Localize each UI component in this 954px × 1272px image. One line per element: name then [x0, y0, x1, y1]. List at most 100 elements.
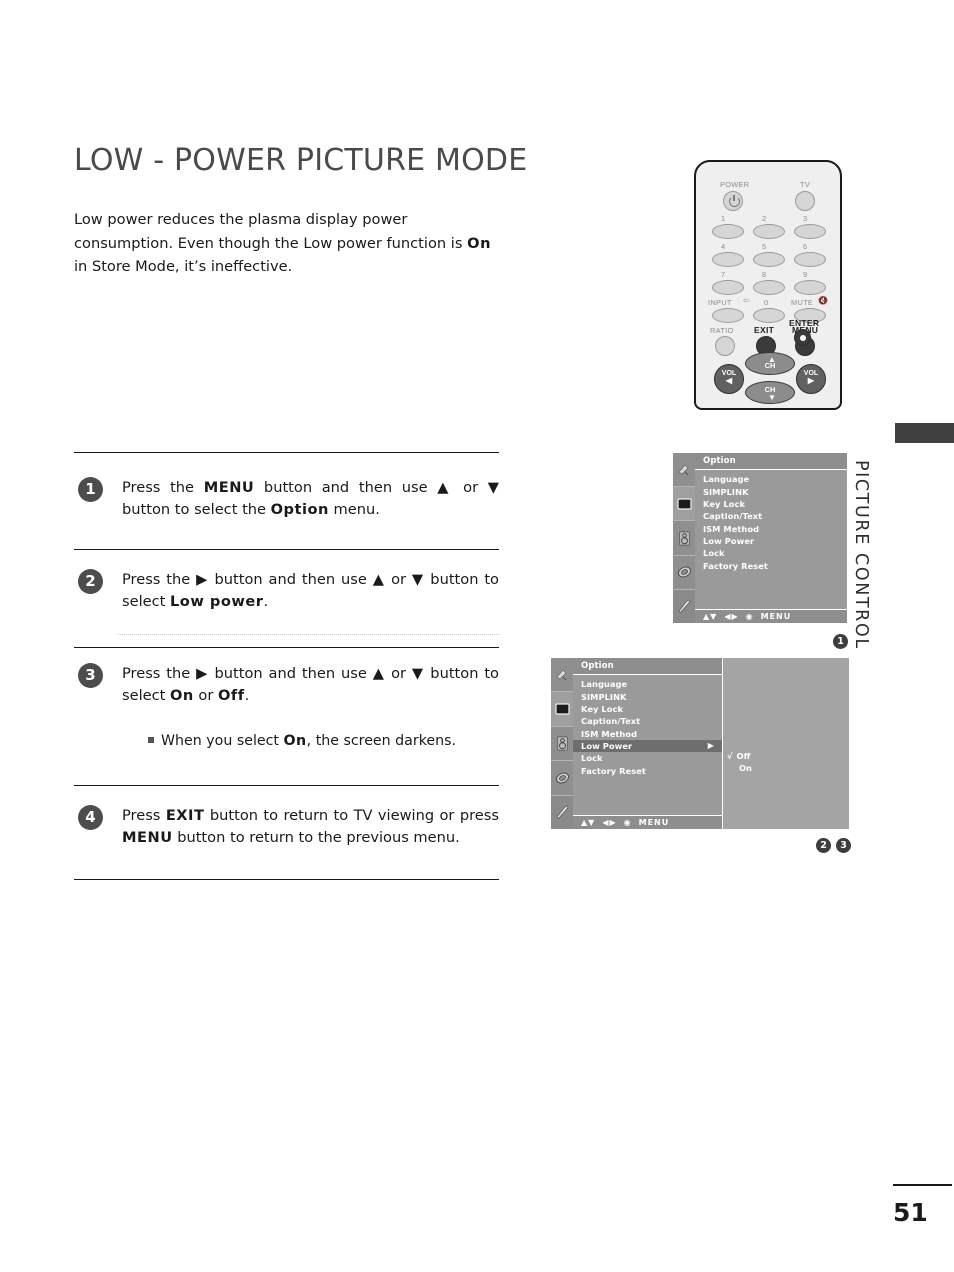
remote-key-5[interactable]	[753, 252, 785, 267]
audio-icon[interactable]	[551, 727, 573, 762]
divider-rule-step1	[74, 549, 499, 550]
osd1-icon-rail	[673, 453, 695, 624]
page-title: LOW - POWER PICTURE MODE	[74, 143, 528, 178]
osd2-nav-leftright: ◀▶	[602, 818, 617, 827]
osd2-item-simplink[interactable]: SIMPLINK	[573, 690, 722, 702]
osd1-item-low-power[interactable]: Low Power	[695, 535, 847, 547]
picture-icon[interactable]	[673, 487, 695, 522]
remote-control-illustration: POWER TV 1 2 3 4 5 6 7 8 9 INPUT ⇦ 0 MUT…	[694, 160, 842, 410]
time-icon[interactable]	[551, 761, 573, 796]
osd2-nav-enter-icon: ◉	[623, 818, 632, 827]
remote-input-button[interactable]	[712, 308, 744, 323]
remote-key-2-label: 2	[762, 214, 767, 223]
osd2-icon-rail	[551, 658, 573, 830]
option-icon[interactable]	[551, 795, 573, 830]
osd2-submenu-option-off[interactable]: √ Off	[727, 751, 750, 761]
remote-ratio-label: RATIO	[710, 326, 734, 335]
remote-key-0[interactable]	[753, 308, 785, 323]
remote-key-8[interactable]	[753, 280, 785, 295]
time-icon[interactable]	[673, 556, 695, 590]
mute-icon: 🔇	[818, 296, 828, 305]
remote-power-button[interactable]	[723, 191, 743, 211]
divider-rule-top	[74, 452, 499, 453]
osd2-item-lock[interactable]: Lock	[573, 752, 722, 764]
remote-input-icon: ⇦	[743, 296, 751, 305]
step-3-note: When you select On, the screen darkens.	[148, 733, 456, 749]
osd2-submenu-option-off-label: Off	[736, 751, 751, 761]
remote-channel-down-button[interactable]: CH ▼	[745, 381, 795, 404]
page-number: 51	[893, 1198, 928, 1227]
page-number-rule	[893, 1184, 952, 1186]
osd2-item-key-lock[interactable]: Key Lock	[573, 703, 722, 715]
step-4-badge: 4	[78, 805, 103, 830]
chevron-right-icon: ▶	[807, 376, 815, 385]
intro-line-3: it’s ineffective.	[184, 258, 293, 275]
audio-icon[interactable]	[673, 521, 695, 556]
remote-key-6-label: 6	[803, 242, 808, 251]
osd2-item-language[interactable]: Language	[573, 678, 722, 690]
osd2-item-low-power-label: Low Power	[581, 741, 633, 752]
osd1-item-ism-method[interactable]: ISM Method	[695, 523, 847, 535]
remote-enter-label: ENTER	[789, 318, 820, 328]
osd1-nav-leftright: ◀▶	[724, 612, 739, 621]
osd2-nav-updown: ▲▼	[581, 818, 596, 827]
section-title-vertical: PICTURE CONTROL	[851, 460, 871, 650]
divider-rule-bottom	[74, 879, 499, 880]
osd1-title: Option	[695, 453, 847, 470]
chevron-up-icon: ▲	[768, 354, 776, 364]
remote-key-4[interactable]	[712, 252, 744, 267]
chevron-right-icon: ▶	[707, 740, 714, 750]
remote-navigation-pad: ▲ CH CH ▼ VOL ◀ VOL ▶	[714, 352, 826, 404]
osd2-title: Option	[573, 658, 722, 675]
remote-enter-button[interactable]	[794, 329, 811, 346]
option-icon[interactable]	[673, 589, 695, 624]
dotted-divider	[118, 634, 499, 635]
osd2-item-low-power[interactable]: Low Power ▶	[573, 739, 722, 753]
antenna-icon[interactable]	[673, 453, 695, 488]
step-3: 3 Press the ▶ button and then use ▲ or ▼…	[74, 663, 499, 707]
remote-volume-down-button[interactable]: VOL ◀	[714, 364, 744, 394]
osd1-item-lock[interactable]: Lock	[695, 547, 847, 559]
osd1-item-key-lock[interactable]: Key Lock	[695, 498, 847, 510]
remote-exit-label: EXIT	[754, 325, 775, 335]
step-2: 2 Press the ▶ button and then use ▲ or ▼…	[74, 569, 499, 613]
step-4-text: Press EXIT button to return to TV viewin…	[122, 807, 499, 846]
osd2-submenu-option-on-label: On	[739, 763, 752, 773]
remote-key-6[interactable]	[794, 252, 826, 267]
remote-volume-up-button[interactable]: VOL ▶	[796, 364, 826, 394]
remote-key-0-label: 0	[764, 298, 769, 307]
remote-key-1-label: 1	[721, 214, 726, 223]
remote-key-2[interactable]	[753, 224, 785, 239]
remote-key-3[interactable]	[794, 224, 826, 239]
remote-power-label: POWER	[720, 180, 750, 189]
step-marker-3: 3	[836, 838, 851, 853]
remote-key-5-label: 5	[762, 242, 767, 251]
osd1-nav-updown: ▲▼	[703, 612, 718, 621]
osd2-nav-menu: MENU	[638, 818, 670, 827]
osd2-body: Option Language SIMPLINK Key Lock Captio…	[573, 658, 722, 829]
osd1-item-factory-reset[interactable]: Factory Reset	[695, 560, 847, 572]
remote-key-1[interactable]	[712, 224, 744, 239]
intro-paragraph: Low power reduces the plasma display pow…	[74, 208, 499, 279]
osd1-item-simplink[interactable]: SIMPLINK	[695, 485, 847, 497]
remote-channel-up-button[interactable]: ▲ CH	[745, 352, 795, 375]
osd2-item-factory-reset[interactable]: Factory Reset	[573, 765, 722, 777]
step-2-text: Press the ▶ button and then use ▲ or ▼ b…	[122, 571, 499, 610]
section-tab-block	[895, 423, 954, 443]
osd1-items: Language SIMPLINK Key Lock Caption/Text …	[695, 470, 847, 609]
note-text-a: When you select	[161, 733, 284, 749]
remote-tv-button[interactable]	[795, 191, 815, 211]
remote-key-9-label: 9	[803, 270, 808, 279]
osd2-submenu-option-on[interactable]: On	[739, 763, 752, 773]
osd1-item-caption-text[interactable]: Caption/Text	[695, 510, 847, 522]
remote-key-7[interactable]	[712, 280, 744, 295]
step-1: 1 Press the MENU button and then use ▲ o…	[74, 477, 499, 521]
osd1-item-language[interactable]: Language	[695, 473, 847, 485]
antenna-icon[interactable]	[551, 658, 573, 693]
checkmark-icon: √	[727, 751, 733, 761]
picture-icon[interactable]	[551, 692, 573, 727]
osd2-item-caption-text[interactable]: Caption/Text	[573, 715, 722, 727]
osd1-navbar: ▲▼ ◀▶ ◉ MENU	[695, 609, 847, 623]
osd2-item-ism-method[interactable]: ISM Method	[573, 728, 722, 740]
remote-key-9[interactable]	[794, 280, 826, 295]
